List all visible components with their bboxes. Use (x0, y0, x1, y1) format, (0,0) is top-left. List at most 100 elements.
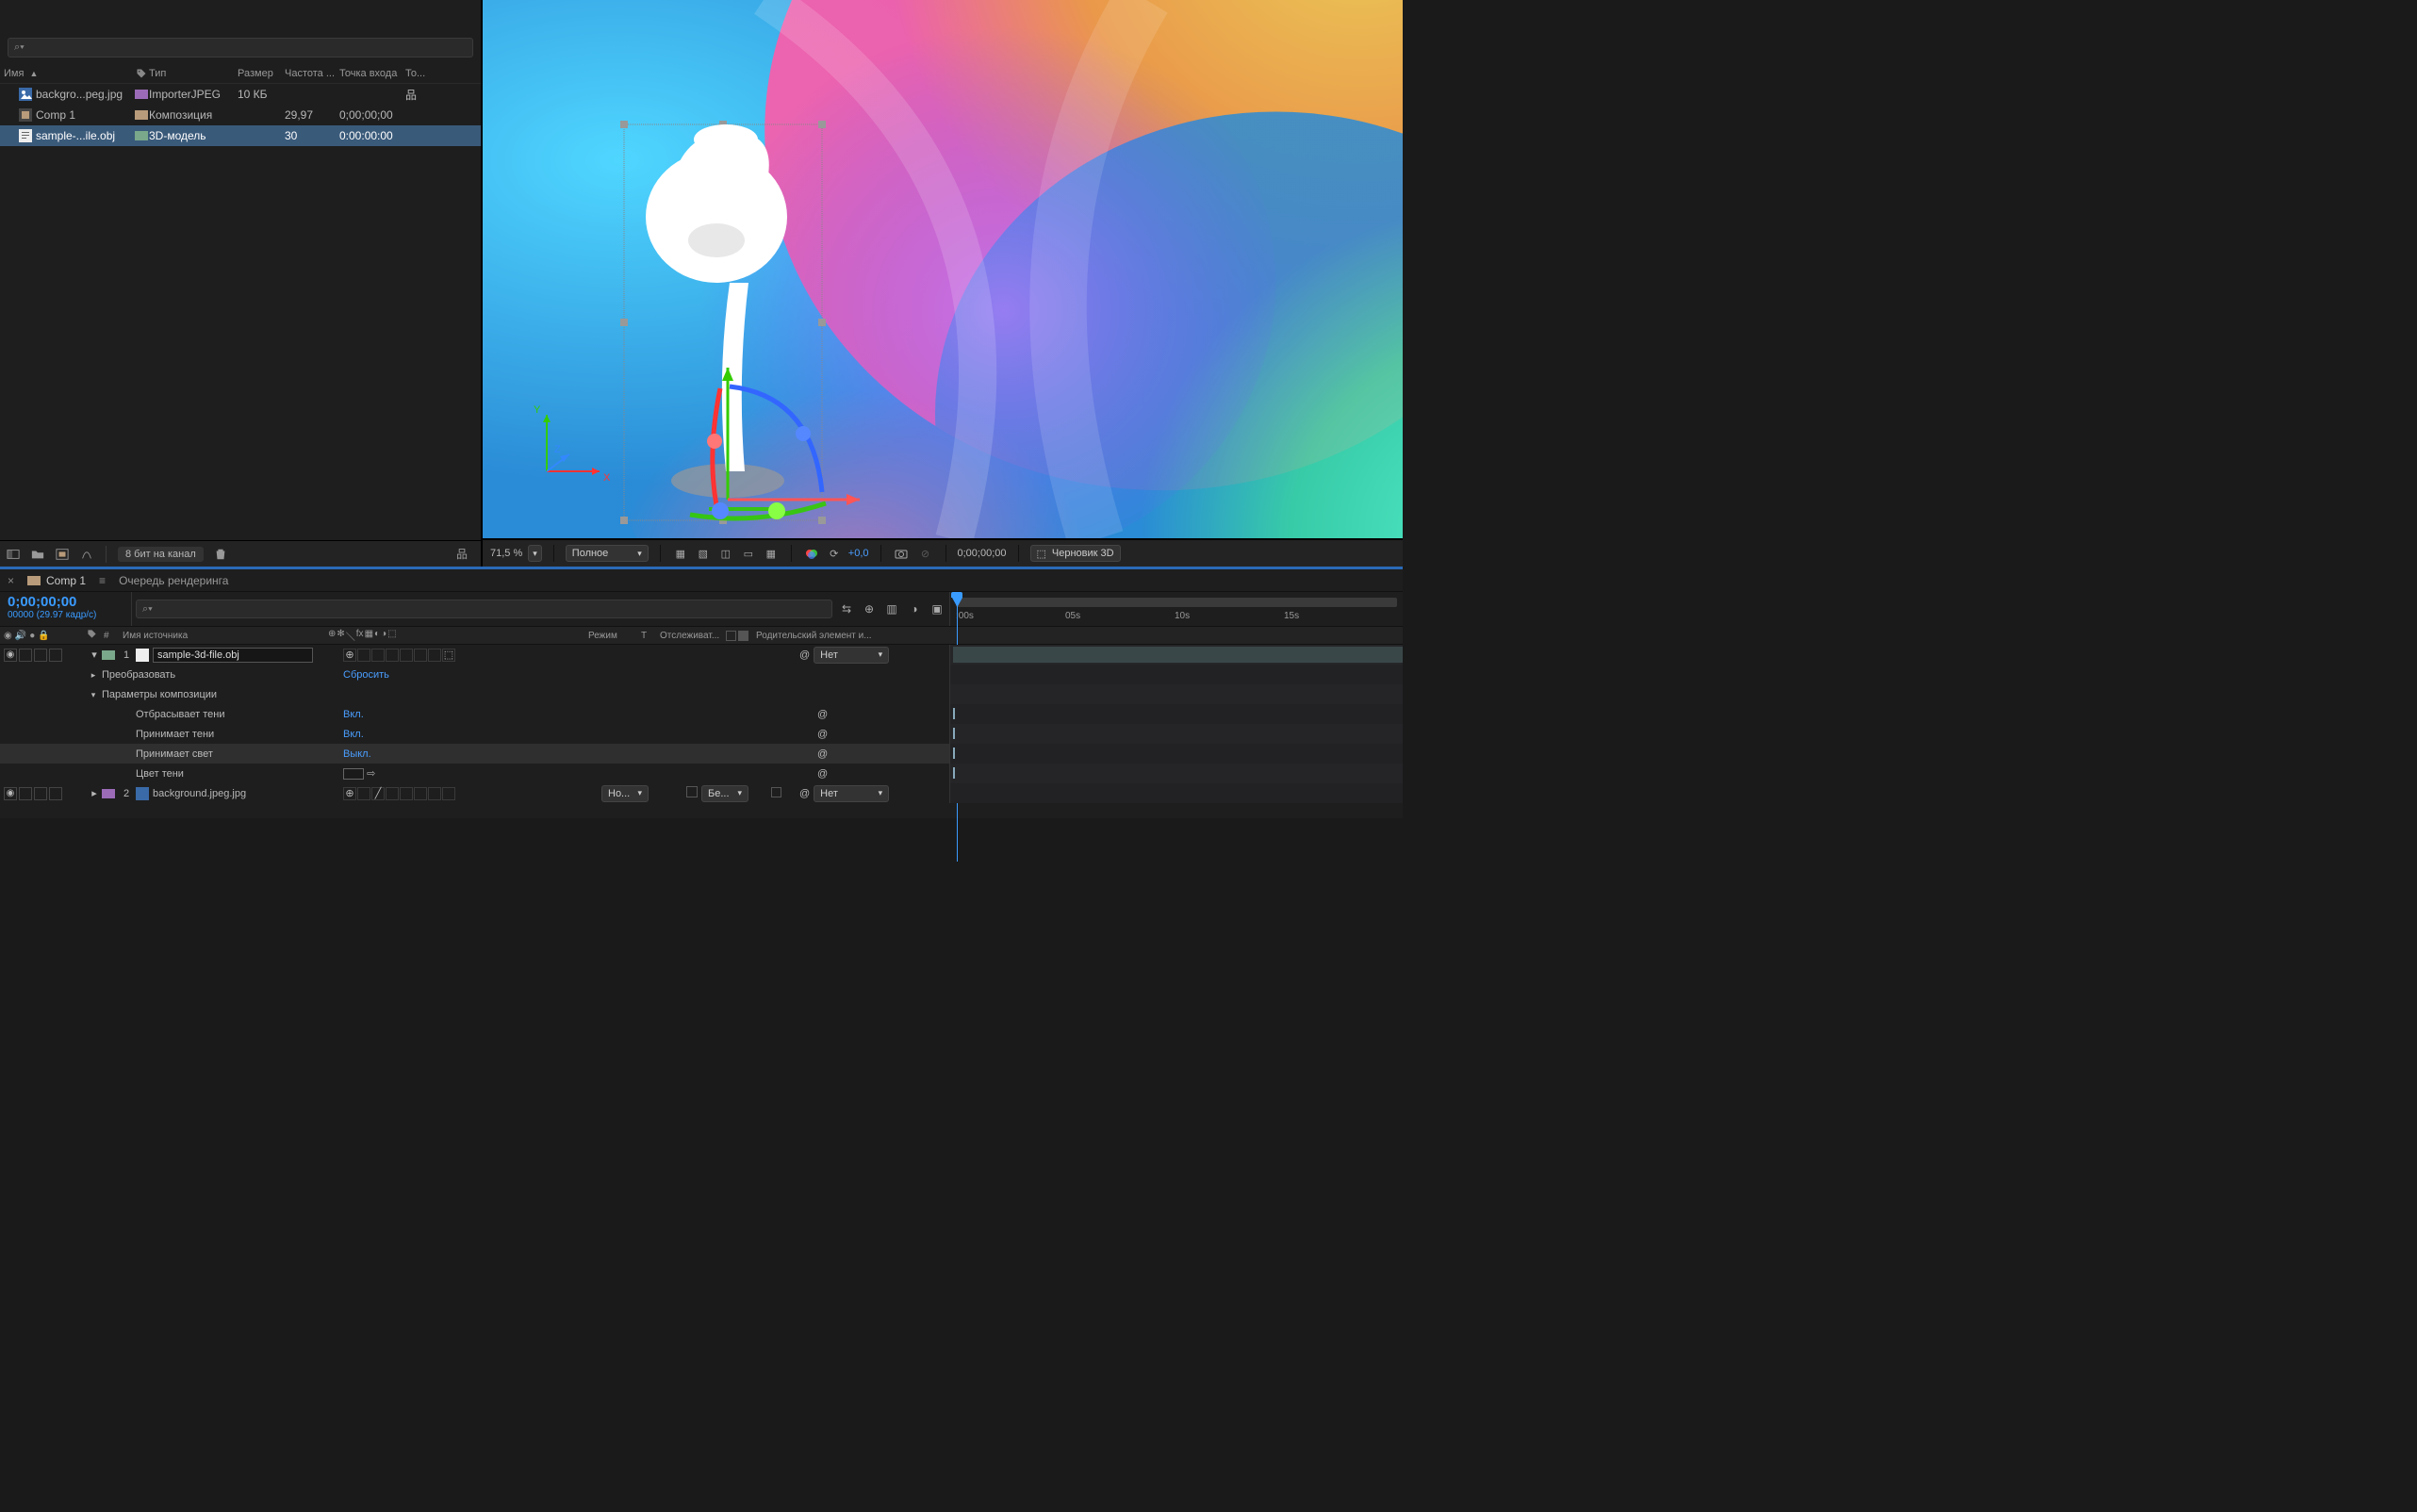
file-type-icon (19, 88, 32, 101)
preview-timecode[interactable]: 0;00;00;00 (958, 548, 1007, 559)
timeline-search-input[interactable] (136, 600, 832, 618)
layer-switches[interactable]: ⊕⬚ (343, 649, 479, 662)
channel-icon[interactable] (803, 545, 820, 562)
project-panel: Имя▲ Тип Размер Частота ... Точка входа … (0, 0, 483, 567)
property-name: Отбрасывает тени (136, 709, 343, 720)
twirl-icon[interactable]: ▸ (89, 670, 98, 681)
zoom-value[interactable]: 71,5 % (490, 548, 522, 559)
layer-row[interactable]: ◉ ▾ 1 ⊕⬚ @Нет▾ (0, 645, 1403, 665)
guides-icon[interactable]: ▦ (763, 545, 780, 562)
zoom-dropdown[interactable]: ▾ (528, 545, 542, 562)
pickwhip-icon[interactable]: @ (799, 788, 810, 799)
parent-dropdown[interactable]: Нет▾ (814, 647, 889, 664)
trash-icon[interactable] (213, 547, 228, 562)
snapshot-icon[interactable] (893, 545, 910, 562)
current-time-display[interactable]: 0;00;00;00 00000 (29.97 кадр/с) (0, 592, 132, 626)
layer-switches[interactable]: ⊕╱ (343, 787, 479, 800)
label-color[interactable] (135, 131, 148, 140)
label-color[interactable] (135, 110, 148, 120)
grid-icon[interactable]: ▦ (672, 545, 689, 562)
adjustment-icon[interactable] (79, 547, 94, 562)
track-matte-dropdown[interactable]: Бе...▾ (701, 785, 748, 802)
layer-property-row[interactable]: Принимает тени Вкл. @ (0, 724, 1403, 744)
item-name: sample-...ile.obj (36, 129, 115, 142)
property-value[interactable]: ⇨ (343, 767, 479, 780)
show-snapshot-icon[interactable]: ⊘ (917, 545, 934, 562)
expression-pickwhip-icon[interactable]: @ (817, 748, 828, 760)
label-color[interactable] (135, 90, 148, 99)
timeline-column-header[interactable]: ◉🔊●🔒 # Имя источника ⊕✻＼fx▦◐◑⬚ Режим T О… (0, 626, 1403, 645)
item-name: Comp 1 (36, 108, 75, 122)
project-search-input[interactable] (8, 38, 473, 58)
layer-duration-bar[interactable] (953, 647, 1403, 663)
selected-3d-object[interactable]: Y X Z (483, 0, 1403, 539)
layer-property-row[interactable]: ▸ Преобразовать Сбросить (0, 665, 1403, 684)
expression-pickwhip-icon[interactable]: @ (817, 709, 828, 720)
blend-mode-dropdown[interactable]: Но...▾ (601, 785, 649, 802)
tab-render-queue[interactable]: Очередь рендеринга (119, 574, 228, 587)
tl-icon-3[interactable]: ▥ (883, 600, 900, 617)
item-size: 10 КБ (238, 88, 285, 101)
layer-index: 2 (117, 788, 136, 799)
interpret-footage-icon[interactable] (6, 547, 21, 562)
exposure-value[interactable]: +0,0 (848, 548, 869, 559)
expression-pickwhip-icon[interactable]: @ (817, 729, 828, 740)
property-name: Цвет тени (136, 768, 343, 780)
visibility-toggle[interactable]: ◉ (4, 787, 17, 800)
item-type: 3D-модель (149, 129, 238, 142)
keyframe-marker[interactable] (953, 767, 955, 779)
layer-property-row[interactable]: ▾ Параметры композиции (0, 684, 1403, 704)
expression-pickwhip-icon[interactable]: @ (817, 768, 828, 780)
roi-icon[interactable]: ▭ (740, 545, 757, 562)
layer-label[interactable] (102, 650, 115, 660)
mask-icon[interactable]: ◫ (717, 545, 734, 562)
project-item[interactable]: Comp 1 Композиция 29,97 0;00;00;00 (0, 105, 481, 125)
layer-name-input[interactable] (153, 648, 313, 663)
tl-icon-4[interactable]: ◑ (906, 600, 923, 617)
twirl-icon[interactable]: ▾ (89, 690, 98, 700)
close-tab-button[interactable]: × (8, 574, 14, 587)
project-item[interactable]: sample-...ile.obj 3D-модель 30 0:00:00:0… (0, 125, 481, 146)
project-item-list[interactable]: backgro...peg.jpg ImporterJPEG 10 КБ 品 C… (0, 84, 481, 540)
tl-icon-2[interactable]: ⊕ (861, 600, 878, 617)
tab-comp[interactable]: Comp 1 (27, 574, 86, 587)
reset-exposure-icon[interactable]: ⟳ (826, 545, 843, 562)
resolution-dropdown[interactable]: Полное▾ (566, 545, 649, 562)
folder-icon[interactable] (30, 547, 45, 562)
project-column-header[interactable]: Имя▲ Тип Размер Частота ... Точка входа … (0, 63, 481, 84)
timeline-layer-list[interactable]: ◉ ▾ 1 ⊕⬚ @Нет▾ ▸ Преобразовать Сбросить … (0, 645, 1403, 818)
tl-icon-1[interactable]: ⇆ (838, 600, 855, 617)
tab-menu-icon[interactable]: ≡ (99, 574, 106, 587)
new-comp-icon[interactable] (55, 547, 70, 562)
visibility-toggle[interactable]: ◉ (4, 649, 17, 662)
property-value[interactable]: Выкл. (343, 748, 479, 760)
pickwhip-icon[interactable]: @ (799, 649, 810, 661)
parent-dropdown[interactable]: Нет▾ (814, 785, 889, 802)
layer-property-row[interactable]: Принимает свет Выкл. @ (0, 744, 1403, 764)
keyframe-marker[interactable] (953, 748, 955, 759)
composition-viewer[interactable]: Y X Z (483, 0, 1403, 540)
twirl-icon[interactable]: ▸ (87, 787, 102, 799)
draft-3d-button[interactable]: ⬚Черновик 3D (1030, 545, 1121, 562)
project-item[interactable]: backgro...peg.jpg ImporterJPEG 10 КБ 品 (0, 84, 481, 105)
share-icon: 品 (405, 89, 417, 102)
layer-row[interactable]: ◉ ▸ 2 background.jpeg.jpg ⊕╱ Но...▾ Бе..… (0, 783, 1403, 803)
item-inpoint: 0:00:00:00 (339, 129, 405, 142)
property-value[interactable]: Вкл. (343, 729, 479, 740)
file-type-icon (19, 129, 32, 142)
property-value[interactable]: Вкл. (343, 709, 479, 720)
tl-icon-5[interactable]: ▣ (929, 600, 945, 617)
toggle-transparency-icon[interactable]: ▧ (695, 545, 712, 562)
time-ruler[interactable]: :00s 05s 10s 15s (950, 592, 1403, 626)
share-icon: 品 (454, 547, 469, 562)
item-name: backgro...peg.jpg (36, 88, 123, 101)
twirl-icon[interactable]: ▾ (87, 649, 102, 661)
svg-text:Y: Y (534, 404, 541, 416)
layer-property-row[interactable]: Цвет тени ⇨ @ (0, 764, 1403, 783)
color-depth-button[interactable]: 8 бит на канал (118, 547, 204, 562)
layer-label[interactable] (102, 789, 115, 798)
keyframe-marker[interactable] (953, 728, 955, 739)
keyframe-marker[interactable] (953, 708, 955, 719)
layer-property-row[interactable]: Отбрасывает тени Вкл. @ (0, 704, 1403, 724)
property-value[interactable]: Сбросить (343, 669, 479, 681)
